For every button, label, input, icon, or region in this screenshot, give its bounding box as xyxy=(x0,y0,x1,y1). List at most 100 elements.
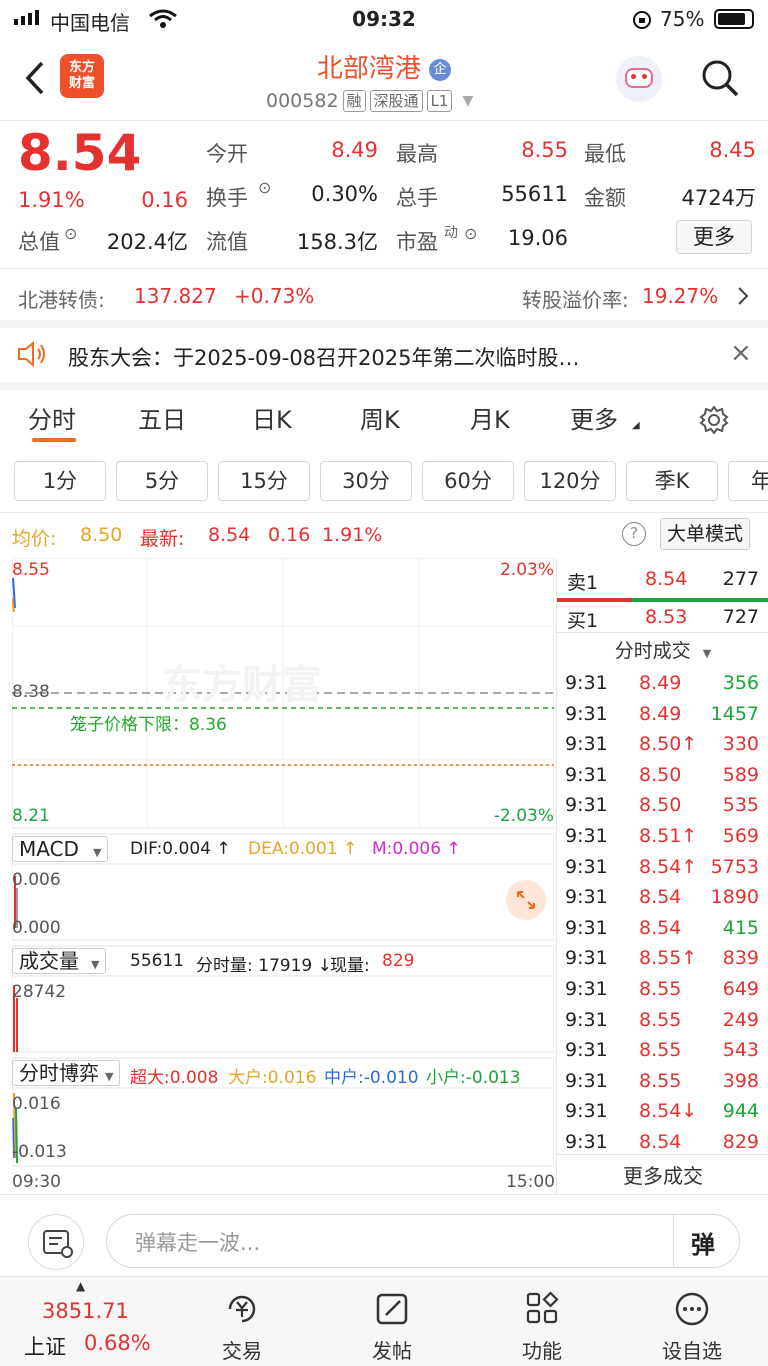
bond-change: +0.73% xyxy=(234,284,315,308)
trade-time: 9:31 xyxy=(565,1069,608,1092)
avg-label: 均价: xyxy=(12,528,57,550)
high-label: 最高 xyxy=(396,142,438,166)
trade-row: 9:31 8.54 829 xyxy=(557,1127,768,1157)
volume-now-label: 现量: xyxy=(330,956,370,976)
period-1m[interactable]: 1分 xyxy=(14,461,106,501)
stock-code: 000582 xyxy=(266,90,339,112)
info-icon[interactable]: ⊙ xyxy=(64,224,77,243)
settings-gear-icon[interactable] xyxy=(698,404,730,436)
bid-volume: 727 xyxy=(722,606,759,628)
latest-change: 0.16 xyxy=(268,524,311,546)
index-ticker[interactable]: ▲ 3851.71 上证 0.68% xyxy=(20,1277,170,1366)
bid-label: 买1 xyxy=(567,610,599,632)
trade-volume: 1457 xyxy=(710,702,759,725)
trade-time: 9:31 xyxy=(565,672,608,694)
expand-fullscreen-icon[interactable] xyxy=(506,880,546,920)
tab-five-day[interactable]: 五日 xyxy=(138,400,186,435)
trade-row: 9:31 8.54↑ 5753 xyxy=(557,852,768,882)
period-year-k[interactable]: 年 xyxy=(728,461,768,501)
more-button[interactable]: 更多 xyxy=(676,220,752,254)
robot-assistant-icon[interactable] xyxy=(616,56,662,102)
trade-volume: 1890 xyxy=(710,886,759,909)
trade-price: 8.55 xyxy=(639,1008,682,1031)
nav-post[interactable]: 发帖 xyxy=(342,1291,442,1364)
trades-header[interactable]: 分时成交 ▼ xyxy=(557,636,768,663)
volume-total: 55611 xyxy=(130,951,185,971)
period-30m[interactable]: 30分 xyxy=(320,461,412,501)
tab-monthly-k[interactable]: 月K xyxy=(470,400,510,435)
help-icon[interactable]: ? xyxy=(622,522,646,546)
period-quarter-k[interactable]: 季K xyxy=(626,461,718,501)
bond-label: 北港转债: xyxy=(18,288,105,312)
caret-up-icon: ▲ xyxy=(76,1279,86,1293)
trade-price: 8.54↓ xyxy=(639,1100,698,1123)
order-side-panel: 卖1 8.54 277 买1 8.53 727 分时成交 ▼ 9:31 8.49 35… xyxy=(556,558,768,1194)
bid-1-row[interactable]: 买1 8.53 727 xyxy=(557,602,768,632)
period-60m[interactable]: 60分 xyxy=(422,461,514,501)
mktcap-value: 202.4亿 xyxy=(106,230,188,254)
stock-subtitle[interactable]: 000582 融 深股通 L1 ▼ xyxy=(266,90,473,112)
premium-value: 19.27% xyxy=(642,284,719,308)
trade-row: 9:31 8.50 535 xyxy=(557,790,768,820)
bond-row[interactable]: 北港转债: 137.827 +0.73% 转股溢价率: 19.27% xyxy=(0,270,768,320)
tab-intraday[interactable]: 分时 xyxy=(28,400,76,435)
nav-trade[interactable]: 交易 xyxy=(192,1291,292,1364)
speaker-icon xyxy=(18,340,45,368)
trade-price: 8.49 xyxy=(639,702,682,725)
game-big: 大户:0.016 xyxy=(228,1068,317,1088)
game-selector[interactable]: 分时博弈 ▼ xyxy=(12,1060,121,1086)
trade-time: 9:31 xyxy=(565,794,608,817)
tab-more[interactable]: 更多 xyxy=(570,400,618,435)
period-120m[interactable]: 120分 xyxy=(524,461,616,501)
nav-functions[interactable]: 功能 xyxy=(492,1291,592,1364)
ask-label: 卖1 xyxy=(567,572,599,594)
active-tab-indicator xyxy=(32,438,76,442)
volume-selector[interactable]: 成交量 ▼ xyxy=(12,948,107,974)
corner-triangle-icon: ◢ xyxy=(632,420,640,431)
nav-add-watchlist[interactable]: 设自选 xyxy=(642,1291,742,1364)
intraday-chart[interactable]: 东方财富 8.55 8.38 8.21 2.03% -2.03% 笼子价格下限：… xyxy=(12,558,554,1168)
ask-1-row[interactable]: 卖1 8.54 277 xyxy=(557,564,768,594)
tab-weekly-k[interactable]: 周K xyxy=(360,400,400,435)
more-trades-button[interactable]: 更多成交 xyxy=(557,1160,768,1189)
period-15m[interactable]: 15分 xyxy=(218,461,310,501)
trade-row: 9:31 8.49 1457 xyxy=(557,699,768,729)
float-label: 流值 xyxy=(206,230,248,254)
danmu-settings-button[interactable] xyxy=(28,1214,84,1270)
trade-volume: 356 xyxy=(722,672,759,694)
trade-volume: 249 xyxy=(722,1008,759,1031)
big-order-mode-button[interactable]: 大单模式 xyxy=(660,518,751,550)
close-icon[interactable]: × xyxy=(730,338,752,368)
trade-row: 9:31 8.54 1890 xyxy=(557,882,768,912)
trade-row: 9:31 8.49 356 xyxy=(557,668,768,698)
pct-axis-bottom: -2.03% xyxy=(493,806,554,826)
bottom-nav: ▲ 3851.71 上证 0.68% 交易 发帖 功能 设自选 xyxy=(0,1276,768,1366)
trade-volume: 589 xyxy=(722,763,759,786)
trade-time: 9:31 xyxy=(565,763,608,786)
trade-row: 9:31 8.55 649 xyxy=(557,974,768,1004)
trade-row: 9:31 8.55↑ 839 xyxy=(557,943,768,973)
trade-volume: 415 xyxy=(722,916,759,939)
trade-time: 9:31 xyxy=(565,1008,608,1031)
danmu-send-button[interactable]: 弹 xyxy=(691,1225,715,1260)
trade-row: 9:31 8.55 543 xyxy=(557,1035,768,1065)
info-icon[interactable]: ⊙ xyxy=(258,178,271,197)
ask-volume: 277 xyxy=(722,568,759,590)
tab-daily-k[interactable]: 日K xyxy=(252,400,292,435)
trade-row: 9:31 8.54↓ 944 xyxy=(557,1096,768,1126)
danmu-input[interactable]: 弹幕走一波... 弹 xyxy=(106,1214,740,1268)
notice-bar[interactable]: 股东大会：于2025-09-08召开2025年第二次临时股… × xyxy=(0,328,768,382)
trade-price: 8.55 xyxy=(639,1039,682,1062)
info-icon[interactable]: ⊙ xyxy=(464,224,477,243)
macd-m: M:0.006 ↑ xyxy=(372,839,461,859)
x-axis-end: 15:00 xyxy=(506,1172,555,1192)
search-icon[interactable] xyxy=(700,58,740,98)
macd-dif: DIF:0.004 ↑ xyxy=(130,839,231,859)
game-mid: 中户:-0.010 xyxy=(324,1068,419,1088)
trade-row: 9:31 8.55 249 xyxy=(557,1005,768,1035)
margin-tag: 融 xyxy=(342,90,366,112)
trade-time: 9:31 xyxy=(565,1100,608,1123)
period-5m[interactable]: 5分 xyxy=(116,461,208,501)
macd-top-value: 0.006 xyxy=(12,870,61,890)
macd-selector[interactable]: MACD ▼ xyxy=(12,836,109,862)
